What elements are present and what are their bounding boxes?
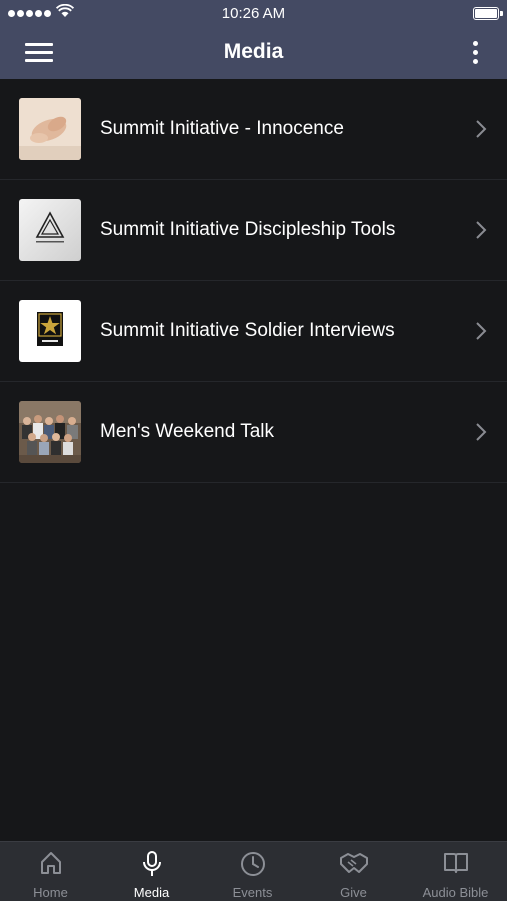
microphone-icon xyxy=(142,851,161,876)
list-item-label: Summit Initiative Discipleship Tools xyxy=(100,219,396,240)
chevron-right-icon xyxy=(476,221,487,239)
tab-audio-bible[interactable]: Audio Bible xyxy=(404,842,507,901)
handshake-icon xyxy=(339,853,368,873)
group-photo-thumbnail xyxy=(19,401,81,463)
discipleship-tools-thumbnail xyxy=(19,199,81,261)
tab-label: Home xyxy=(33,885,68,900)
list-item[interactable]: Summit Initiative Discipleship Tools xyxy=(0,180,507,281)
app-header: 10:26 AM Media xyxy=(0,0,507,79)
tab-media[interactable]: Media xyxy=(101,842,202,901)
tab-events[interactable]: Events xyxy=(202,842,303,901)
status-time: 10:26 AM xyxy=(221,5,286,22)
tab-label: Events xyxy=(232,885,273,900)
list-item[interactable]: Men's Weekend Talk xyxy=(0,382,507,483)
chevron-right-icon xyxy=(476,423,487,441)
status-bar: 10:26 AM xyxy=(0,0,507,26)
book-icon xyxy=(443,853,468,873)
battery-icon xyxy=(473,7,499,20)
more-options-button[interactable] xyxy=(470,40,480,66)
innocence-thumbnail xyxy=(19,98,81,160)
tab-label: Audio Bible xyxy=(422,885,489,900)
chevron-right-icon xyxy=(476,120,487,138)
clock-icon xyxy=(240,852,265,876)
media-list: Summit Initiative - Innocence Summit Ini… xyxy=(0,79,507,483)
list-item-label: Summit Initiative - Innocence xyxy=(100,118,344,139)
tab-home[interactable]: Home xyxy=(0,842,101,901)
chevron-right-icon xyxy=(476,322,487,340)
bottom-tab-bar: Home Media Events Give Audio Bible xyxy=(0,841,507,901)
tab-label: Give xyxy=(340,885,367,900)
us-army-logo-thumbnail xyxy=(19,300,81,362)
page-title: Media xyxy=(223,40,284,63)
list-item-label: Men's Weekend Talk xyxy=(100,421,275,442)
tab-label: Media xyxy=(133,885,170,900)
home-icon xyxy=(40,852,61,874)
list-item-label: Summit Initiative Soldier Interviews xyxy=(100,320,395,341)
list-item[interactable]: Summit Initiative - Innocence xyxy=(0,79,507,180)
battery-tip xyxy=(500,11,503,16)
tab-give[interactable]: Give xyxy=(303,842,404,901)
list-item[interactable]: Summit Initiative Soldier Interviews xyxy=(0,281,507,382)
